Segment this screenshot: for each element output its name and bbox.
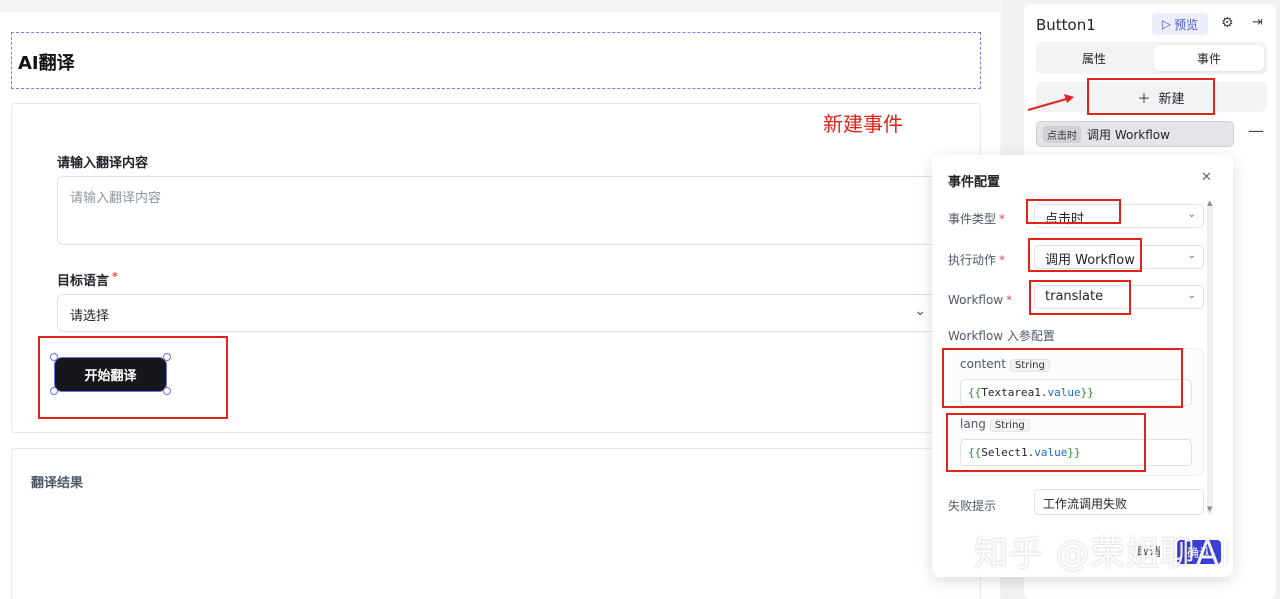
preview-label: 预览 [1174,17,1199,32]
chevron-down-icon: ⌄ [1187,209,1196,220]
editor-canvas: AI翻译 请输入翻译内容 请输入翻译内容 目标语言 * 请选择 ⌄ 开始翻译 翻译… [0,0,1002,599]
annotation-new-event-text: 新建事件 [823,112,903,136]
params-title: Workflow 入参配置 [948,329,1055,343]
chevron-down-icon: ⌄ [1187,250,1196,261]
popup-title: 事件配置 [948,175,1001,190]
watermark: 知乎 @荣姐聊AI [974,534,1232,574]
annotation-box-new-button [1087,78,1215,115]
page-title: AI翻译 [18,53,75,74]
workflow-label: Workflow * [948,293,1013,307]
trigger-tag: 点击时 [1043,125,1081,143]
tab-events[interactable]: 事件 [1154,45,1264,71]
popup-scrollbar[interactable]: ▲ ▼ [1207,199,1213,515]
annotation-box-content-param [942,348,1183,408]
fail-label: 失败提示 [948,499,997,513]
scroll-up-icon[interactable]: ▲ [1207,199,1212,207]
annotation-box-button [38,336,228,419]
preview-button[interactable]: ▷ 预览 [1152,13,1208,35]
remove-event-icon[interactable]: — [1248,121,1264,140]
annotation-box-event-type [1026,199,1121,224]
lang-label: 目标语言 * [57,270,118,289]
lang-select[interactable]: 请选择 ⌄ [57,294,937,332]
collapse-panel-icon[interactable]: ⇥ [1252,15,1263,30]
annotation-box-workflow [1029,280,1131,315]
lang-select-value: 请选择 [70,309,110,324]
event-action-text: 调用 Workflow [1087,127,1170,142]
required-mark: * [112,270,118,283]
annotation-arrow [1027,94,1074,111]
event-type-label: 事件类型 * [948,212,1006,226]
tab-properties[interactable]: 属性 [1039,45,1149,71]
scroll-down-icon[interactable]: ▼ [1207,505,1212,513]
action-label: 执行动作 * [948,253,1006,267]
annotation-box-lang-param [946,413,1146,472]
panel-tabs: 属性 事件 [1036,42,1267,74]
gear-icon[interactable]: ⚙ [1221,15,1234,31]
chevron-down-icon: ⌄ [1187,290,1196,301]
title-component[interactable]: AI翻译 [11,32,981,89]
event-list-item[interactable]: 点击时 调用 Workflow [1036,121,1234,147]
component-name: Button1 [1036,16,1096,34]
play-icon: ▷ [1161,17,1172,31]
content-placeholder: 请输入翻译内容 [70,191,162,206]
content-label: 请输入翻译内容 [57,156,149,171]
result-container[interactable]: 翻译结果 [11,448,981,599]
close-icon[interactable]: ✕ [1201,170,1212,185]
fail-message-input[interactable]: 工作流调用失败 [1034,489,1204,515]
result-label: 翻译结果 [31,476,84,491]
chevron-down-icon: ⌄ [914,303,926,319]
annotation-box-action [1028,238,1142,272]
content-textarea[interactable]: 请输入翻译内容 [57,176,937,245]
